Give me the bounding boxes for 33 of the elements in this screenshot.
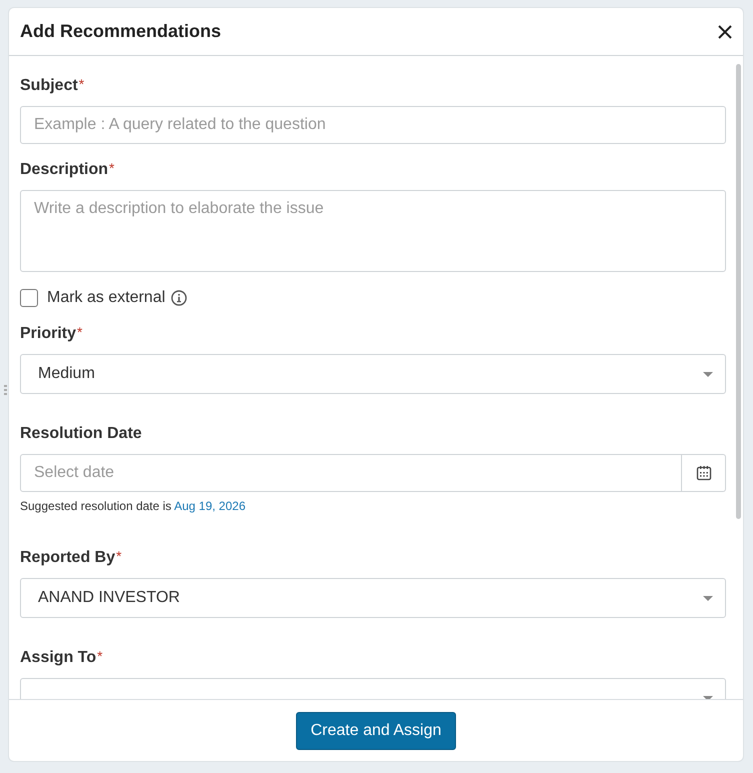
required-mark: * — [109, 160, 114, 176]
calendar-icon — [696, 465, 712, 481]
dropdown[interactable]: ANAND INVESTOR — [20, 578, 726, 618]
hint-text: Suggested resolution date is — [20, 499, 172, 513]
field-label: Description — [20, 160, 108, 180]
required-mark: * — [78, 76, 84, 92]
field-label: Reported By — [20, 548, 116, 568]
required-mark: * — [77, 324, 82, 340]
dialog-title: Add Recommendations — [20, 21, 222, 42]
caret-icon — [703, 696, 713, 699]
dropdown[interactable]: Medium — [20, 354, 726, 394]
field-label: Resolution Date — [20, 424, 142, 444]
create-and-assign-button[interactable]: Create and Assign — [296, 712, 456, 750]
required-mark: * — [116, 548, 122, 564]
calendar-button[interactable] — [682, 454, 726, 492]
text-field[interactable]: Example : A query related to the question — [20, 106, 726, 144]
field-label: Assign To — [20, 648, 96, 668]
required-mark: * — [97, 648, 103, 664]
field-label: Priority — [20, 324, 76, 344]
field-label: Subject — [20, 76, 78, 96]
checkbox[interactable] — [20, 289, 38, 307]
date-link[interactable]: Aug 19, 2026 — [174, 499, 246, 513]
scrollbar[interactable] — [736, 64, 741, 519]
caret-icon — [703, 372, 713, 376]
selected-value: ANAND INVESTOR — [38, 589, 180, 607]
selected-value: Medium — [38, 365, 95, 383]
date-field[interactable]: Select date — [20, 454, 682, 492]
info-icon[interactable] — [171, 290, 188, 306]
caret-icon — [703, 596, 713, 600]
text-area[interactable]: Write a description to elaborate the issue — [20, 190, 726, 272]
drag-handle-icon[interactable] — [4, 385, 7, 396]
checkbox-label: Mark as external — [47, 289, 166, 307]
close-icon[interactable] — [717, 24, 733, 40]
